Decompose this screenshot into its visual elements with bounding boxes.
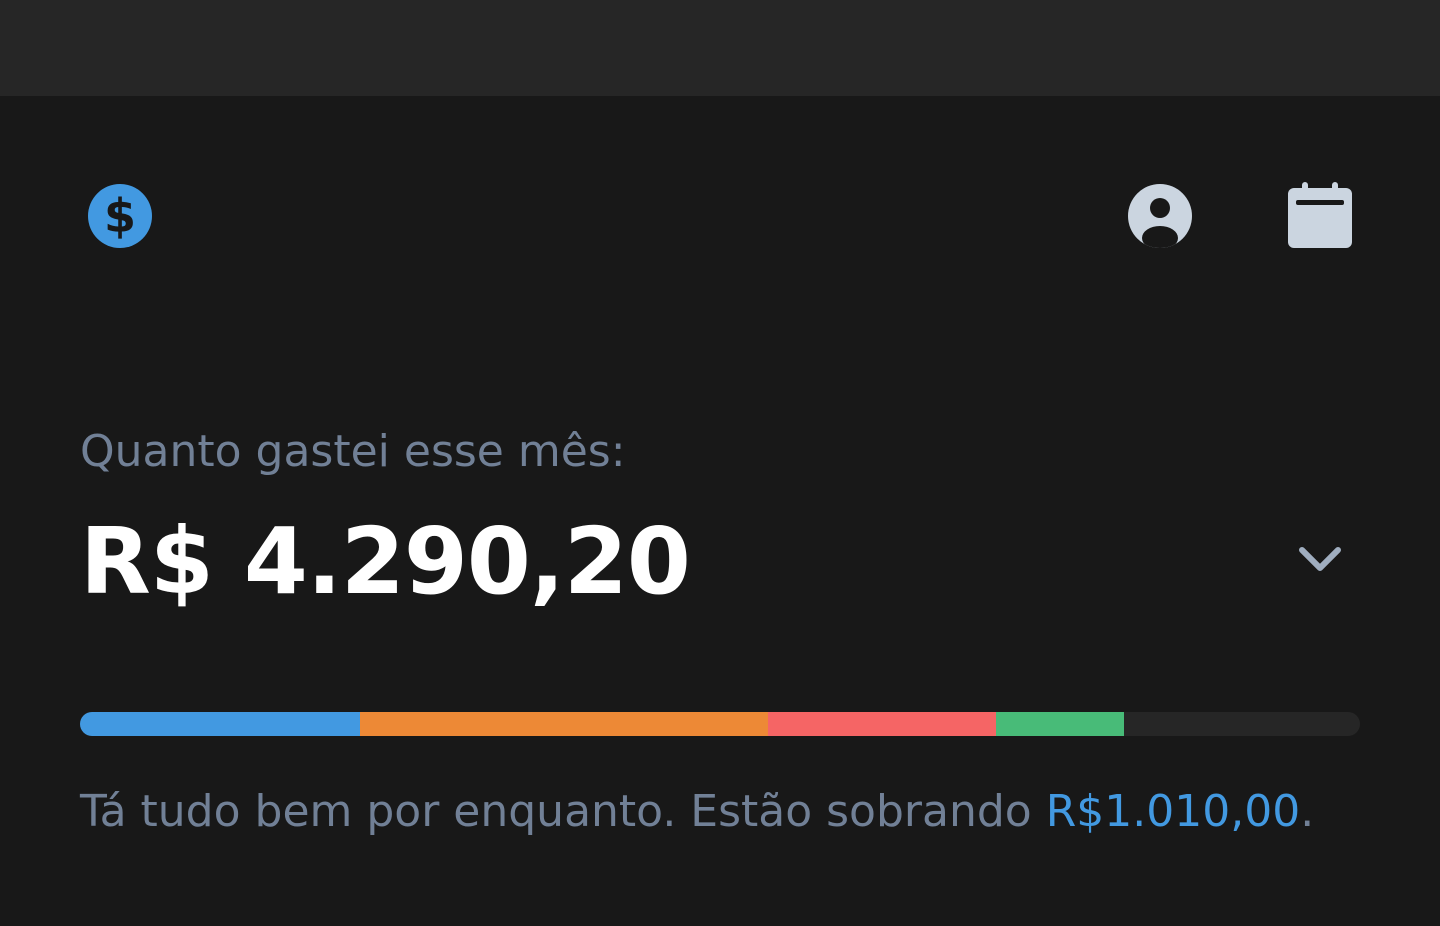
user-circle-icon[interactable] <box>1128 184 1192 248</box>
app-header: $ <box>0 96 1440 336</box>
logo-glyph: $ <box>103 189 136 243</box>
budget-status-text: Tá tudo bem por enquanto. Estão sobrando… <box>80 786 1314 837</box>
top-bar <box>0 0 1440 96</box>
budget-segment-4 <box>996 712 1124 736</box>
status-prefix: Tá tudo bem por enquanto. Estão sobrando <box>80 786 1046 837</box>
budget-segment-1 <box>80 712 360 736</box>
budget-progress-bar <box>80 712 1360 736</box>
budget-segment-2 <box>360 712 768 736</box>
chevron-down-svg <box>1299 547 1341 571</box>
dollar-circle-icon[interactable]: $ <box>88 184 152 248</box>
calendar-svg <box>1288 182 1352 248</box>
month-spending-amount: R$ 4.290,20 <box>80 508 691 615</box>
user-circle-svg <box>1128 184 1192 248</box>
month-spending-label: Quanto gastei esse mês: <box>80 426 626 477</box>
budget-segment-3 <box>768 712 996 736</box>
status-suffix: . <box>1300 786 1315 837</box>
calendar-icon[interactable] <box>1288 182 1352 248</box>
remaining-amount: R$1.010,00 <box>1045 786 1301 837</box>
chevron-down-icon[interactable] <box>1296 540 1344 580</box>
